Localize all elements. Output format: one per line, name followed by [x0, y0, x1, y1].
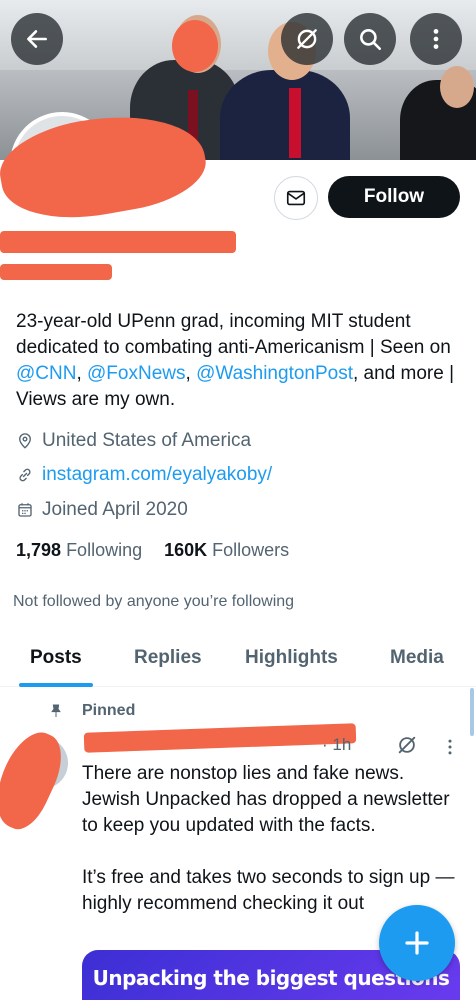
redaction-mark [0, 723, 73, 837]
bio-text: , [185, 363, 197, 384]
follow-stats: 1,798 Following 160K Followers [16, 540, 289, 561]
redaction-mark [0, 264, 112, 280]
pinned-label-row: Pinned [48, 702, 135, 720]
bio-text: , [76, 363, 88, 384]
followers-count: 160K [164, 540, 208, 560]
link-icon [19, 468, 31, 482]
search-icon [360, 29, 382, 51]
banner-person [220, 70, 350, 160]
tab-posts[interactable]: Posts [30, 647, 82, 669]
following-stat[interactable]: 1,798 Following [16, 540, 142, 561]
compose-post-button[interactable] [379, 905, 455, 981]
website-row: instagram.com/eyalyakoby/ [16, 464, 272, 486]
bio-text: 23-year-old UPenn grad, incoming MIT stu… [16, 311, 451, 358]
joined-row: Joined April 2020 [16, 499, 188, 521]
post-text: There are nonstop lies and fake news. Je… [82, 763, 455, 914]
banner-tie [289, 88, 301, 158]
following-count: 1,798 [16, 540, 62, 560]
plus-icon [405, 931, 429, 955]
followers-stat[interactable]: 160K Followers [164, 540, 289, 561]
slash-circle-icon[interactable] [396, 734, 418, 756]
mention-link[interactable]: @CNN [16, 363, 76, 384]
back-button[interactable] [11, 13, 63, 65]
tab-replies[interactable]: Replies [134, 647, 202, 669]
tab-media[interactable]: Media [390, 647, 444, 669]
following-label: Following [66, 540, 143, 560]
banner-ceiling [0, 0, 476, 70]
slash-circle-icon [297, 29, 317, 49]
location-pin-icon [19, 433, 31, 449]
more-vertical-icon[interactable] [440, 736, 460, 758]
follow-button[interactable]: Follow [328, 176, 460, 218]
more-options-button[interactable] [410, 13, 462, 65]
envelope-icon [286, 190, 306, 206]
tab-highlights[interactable]: Highlights [245, 647, 338, 669]
banner-head [440, 66, 474, 108]
post-timestamp: · 1h [322, 735, 352, 754]
profile-bio: 23-year-old UPenn grad, incoming MIT stu… [16, 309, 468, 413]
pin-icon [51, 704, 61, 717]
redaction-mark [172, 20, 218, 72]
search-button[interactable] [344, 13, 396, 65]
location-row: United States of America [16, 430, 251, 452]
redaction-mark [0, 231, 236, 253]
followers-label: Followers [212, 540, 290, 560]
pinned-label: Pinned [82, 702, 136, 719]
message-button[interactable] [274, 176, 318, 220]
active-tab-indicator [19, 683, 93, 687]
mention-link[interactable]: @FoxNews [87, 363, 185, 384]
calendar-icon [18, 503, 32, 517]
grok-button[interactable] [281, 13, 333, 65]
website-link[interactable]: instagram.com/eyalyakoby/ [42, 464, 272, 486]
joined-text: Joined April 2020 [42, 499, 188, 520]
location-text: United States of America [42, 430, 252, 451]
arrow-left-icon [27, 30, 47, 48]
mention-link[interactable]: @WashingtonPost [196, 363, 353, 384]
profile-tabs: Posts Replies Highlights Media [0, 633, 476, 687]
more-vertical-icon [433, 29, 439, 49]
scrollbar[interactable] [470, 688, 474, 736]
not-followed-note: Not followed by anyone you’re following [13, 593, 295, 610]
redaction-mark [83, 723, 357, 753]
